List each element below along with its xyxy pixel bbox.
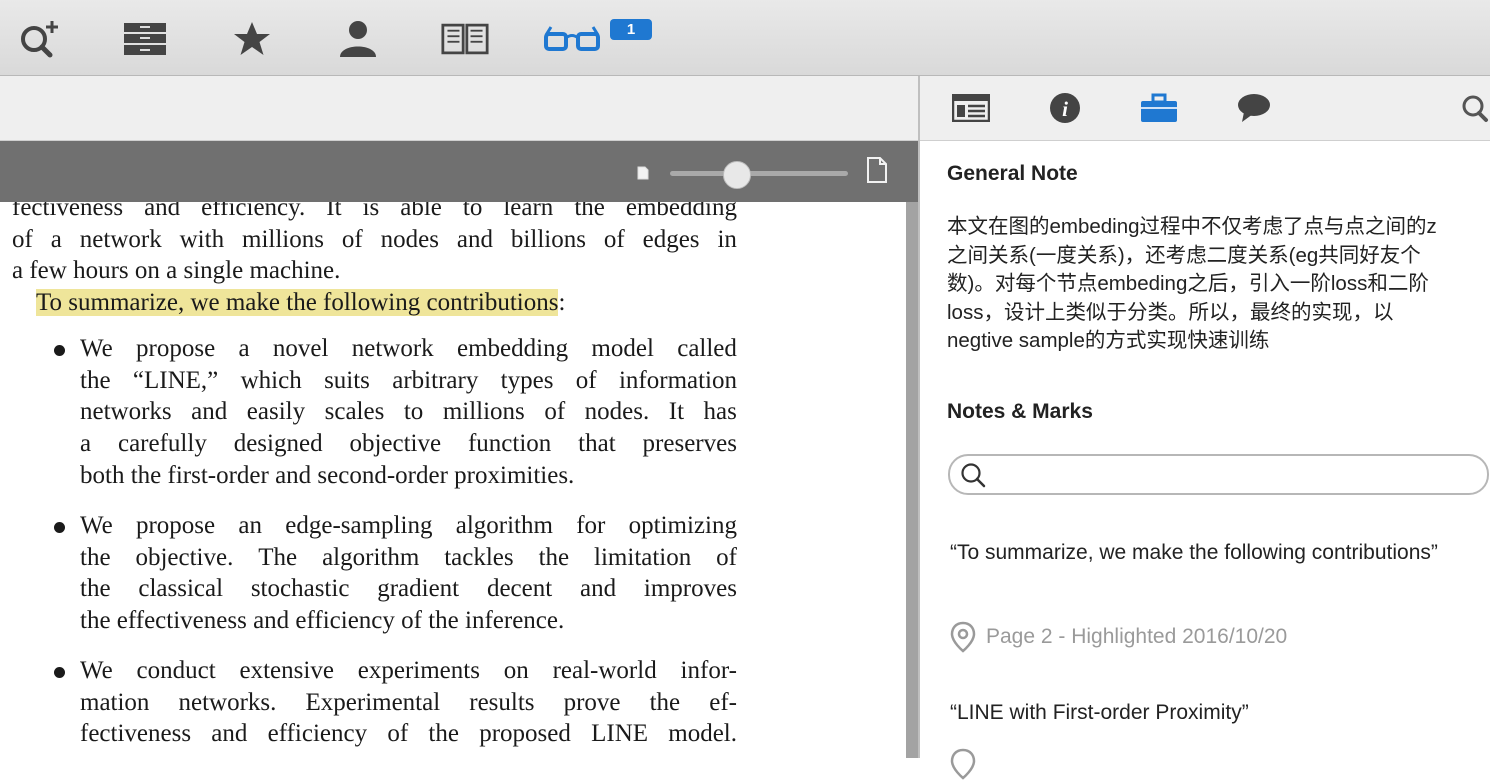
- general-note-title: General Note: [947, 162, 1078, 185]
- note-line: loss，设计上类似于分类。所以，最终的实现，以: [947, 300, 1394, 324]
- person-icon[interactable]: [334, 16, 382, 62]
- text-line: We conduct extensive experiments on real-worl…: [80, 657, 737, 684]
- main-toolbar: 1: [0, 0, 1490, 76]
- text-line: mation networks. Experimental results prove t…: [80, 688, 737, 716]
- note-meta: [950, 748, 976, 780]
- zoom-slider-knob[interactable]: [722, 161, 751, 189]
- bullet-item-2: We propose an edge-sampling algorithm for opti…: [80, 510, 737, 637]
- note-line: 之间关系(一度关系)，还考虑二度关系(eg共同好友个: [947, 243, 1421, 267]
- location-pin-icon: [950, 621, 976, 653]
- bullet-dot: [54, 522, 65, 533]
- table-of-contents-icon[interactable]: [951, 90, 991, 126]
- text-line: of a network with millions of nodes and billions…: [12, 225, 737, 253]
- reading-glasses-icon[interactable]: [542, 16, 602, 62]
- bullet-dot: [54, 345, 65, 356]
- text-line: networks and easily scales to millions of nodes…: [80, 398, 737, 426]
- search-icon[interactable]: [1455, 90, 1490, 126]
- pdf-page: fectiveness and efficiency. It is able to learn…: [0, 202, 906, 758]
- bullet-dot: [54, 667, 65, 678]
- note-quote[interactable]: “To summarize, we make the following con…: [950, 539, 1470, 566]
- text-line: fectiveness and efficiency. It is able to learn…: [12, 202, 737, 221]
- note-meta[interactable]: Page 2 - Highlighted 2016/10/20: [950, 621, 1287, 653]
- note-quote[interactable]: “LINE with First-order Proximity”: [950, 699, 1470, 726]
- briefcase-icon[interactable]: [1139, 90, 1179, 126]
- general-note-text[interactable]: 本文在图的embeding过程中不仅考虑了点与点之间的z 之间关系(一度关系)，…: [947, 213, 1490, 356]
- document-header: [0, 76, 918, 141]
- pane-divider[interactable]: [918, 76, 920, 758]
- highlight-suffix: :: [558, 289, 566, 316]
- sidebar-tabs: i: [920, 76, 1490, 141]
- text-line: the classical stochastic gradient decent and i…: [80, 575, 737, 603]
- text-line: the “LINE,” which suits arbitrary types of info…: [80, 366, 737, 394]
- comment-icon[interactable]: [1234, 90, 1274, 126]
- notes-search-input[interactable]: [948, 454, 1489, 495]
- bullet-item-3: We conduct extensive experiments on real-worl…: [80, 655, 737, 750]
- paragraph-intro: fectiveness and efficiency. It is able to learn…: [12, 202, 737, 287]
- highlighted-line: To summarize, we make the following cont…: [36, 287, 565, 319]
- page-large-icon: [867, 157, 887, 183]
- reading-count-badge: 1: [610, 19, 652, 40]
- location-pin-icon: [950, 748, 976, 780]
- note-line: negtive sample的方式实现快速训练: [947, 329, 1270, 352]
- text-line: fectiveness and efficiency of the proposed LIN…: [80, 720, 737, 748]
- note-line: 数)。对每个节点embeding之后，引入一阶loss和二阶: [947, 272, 1429, 295]
- search-add-icon[interactable]: [16, 16, 64, 62]
- text-line: the effectiveness and efficiency of the …: [80, 607, 565, 635]
- text-line: We propose an edge-sampling algorithm for opti…: [80, 512, 737, 539]
- zoom-slider[interactable]: [670, 171, 848, 176]
- search-icon: [961, 463, 986, 488]
- page-small-icon: [637, 166, 649, 180]
- highlight-text[interactable]: To summarize, we make the following cont…: [36, 289, 559, 316]
- svg-text:i: i: [1062, 97, 1068, 121]
- book-icon[interactable]: [441, 16, 489, 62]
- text-line: a carefully designed objective function that p…: [80, 430, 737, 458]
- note-meta-text: Page 2 - Highlighted 2016/10/20: [986, 625, 1288, 648]
- note-line: 本文在图的embeding过程中不仅考虑了点与点之间的z: [947, 215, 1437, 238]
- notes-marks-title: Notes & Marks: [947, 400, 1093, 423]
- text-line: both the first-order and second-order pr…: [80, 461, 575, 489]
- scrollbar[interactable]: [906, 202, 918, 758]
- info-icon[interactable]: i: [1045, 90, 1085, 126]
- text-line: the objective. The algorithm tackles the limit…: [80, 543, 737, 571]
- star-icon[interactable]: [228, 16, 276, 62]
- text-line: We propose a novel network embedding model call…: [80, 335, 737, 362]
- zoom-bar: [0, 141, 918, 202]
- library-icon[interactable]: [121, 16, 169, 62]
- text-line: a few hours on a single machine.: [12, 257, 341, 285]
- bullet-item-1: We propose a novel network embedding model call…: [80, 333, 737, 492]
